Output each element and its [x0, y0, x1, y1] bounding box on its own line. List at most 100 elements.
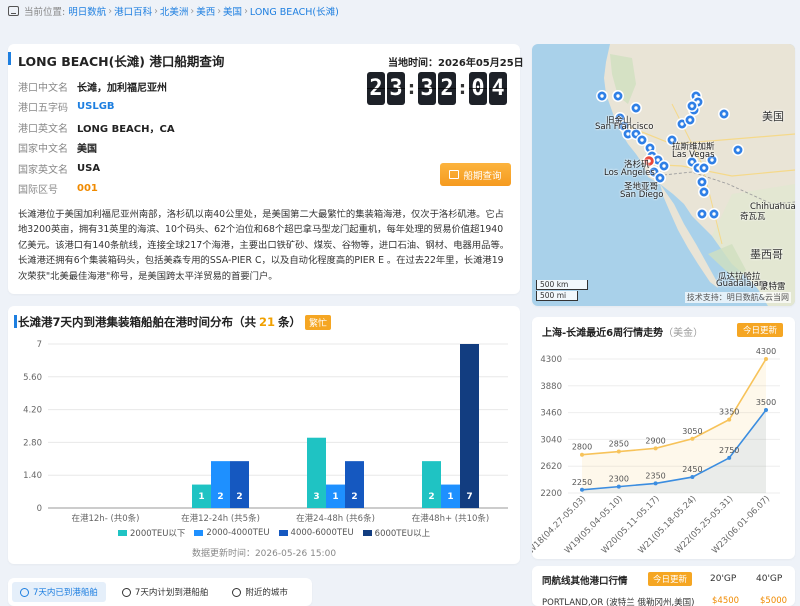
field-key: 港口五字码 — [18, 103, 68, 115]
port-pin-dot — [736, 148, 740, 152]
port-pin-dot — [648, 146, 652, 150]
clock-digit: 0 — [469, 72, 487, 105]
field-value: USA — [77, 162, 101, 174]
clock-digit: 3 — [387, 72, 405, 105]
map-label: 美国 — [762, 110, 784, 123]
port-pin-dot — [656, 158, 660, 162]
data-point — [580, 452, 584, 457]
data-label: 3500 — [756, 398, 776, 407]
col-40gp: 40'GP — [756, 574, 783, 584]
legend-item[interactable]: 4000-6000TEU — [278, 527, 354, 539]
data-label: 3350 — [719, 408, 739, 417]
data-label: 2300 — [609, 475, 629, 484]
legend-swatch — [194, 530, 204, 536]
breadcrumb-link[interactable]: 北美洲 — [160, 4, 189, 18]
port-pin-dot — [680, 122, 684, 126]
breadcrumb-current[interactable]: LONG BEACH(长滩) — [250, 4, 339, 18]
clock-digit: 2 — [367, 72, 385, 105]
y-tick-label: 7 — [37, 340, 42, 350]
tab-label: 7天内计划到港船舶 — [134, 588, 209, 598]
legend-item[interactable]: 2000-4000TEU — [194, 527, 270, 539]
port-pin-dot — [700, 180, 704, 184]
data-label: 2850 — [609, 440, 629, 449]
legend-item[interactable]: 6000TEU以上 — [362, 527, 431, 539]
clock-colon: : — [458, 78, 467, 99]
legend-swatch — [362, 530, 372, 536]
port-pin-dot — [690, 104, 694, 108]
port-map[interactable]: 美国 墨西哥 拉斯维加斯 Las Vegas 洛杉矶 Los Angeles 圣… — [532, 44, 795, 306]
legend-item[interactable]: 2000TEU以下 — [118, 527, 185, 539]
bar-value-label: 1 — [332, 492, 338, 502]
y-tick-label: 2.80 — [23, 438, 42, 448]
tab-nearby-cities[interactable]: 附近的城市 — [224, 582, 296, 602]
data-point — [727, 455, 732, 460]
legend-label: 2000TEU以下 — [130, 529, 186, 539]
data-label: 2350 — [645, 471, 665, 480]
y-tick-label: 1.40 — [23, 471, 42, 481]
x-tick-label: 在港12-24h (共5条) — [181, 513, 260, 524]
bar-value-label: 2 — [217, 492, 223, 502]
map-canvas — [596, 44, 795, 306]
breadcrumb-link[interactable]: 美国 — [223, 4, 242, 18]
breadcrumb-link[interactable]: 美西 — [196, 4, 215, 18]
field-row: 港口英文名 LONG BEACH，CA — [18, 117, 175, 138]
arrival-distribution-card: 长滩港7天内到港集装箱船舶在港时间分布（共 21 条） 繁忙 0 1.40 2.80 4.… — [8, 306, 520, 564]
field-key: 国家英文名 — [18, 164, 68, 176]
page-title: LONG BEACH(长滩) 港口船期查询 — [7, 51, 224, 70]
field-row: 国际区号 001 — [18, 179, 175, 200]
other-ports-card: 同航线其他港口行情 今日更新 20'GP 40'GP PORTLAND,OR (… — [532, 566, 795, 606]
bar-value-label: 3 — [313, 492, 319, 502]
data-point — [727, 417, 732, 422]
data-label: 2750 — [719, 446, 739, 455]
data-point — [690, 436, 695, 441]
y-tick-label: 5.60 — [23, 373, 42, 383]
data-label: 2800 — [572, 443, 592, 452]
bar-value-label: 2 — [236, 492, 242, 502]
field-row: 国家中文名 美国 — [18, 138, 175, 159]
breadcrumb-link[interactable]: 明日数航 — [68, 4, 106, 18]
location-icon — [8, 6, 19, 16]
breadcrumb-link[interactable]: 港口百科 — [114, 4, 152, 18]
field-key: 国家中文名 — [18, 144, 68, 156]
schedule-query-button[interactable]: 船期查询 — [440, 163, 511, 186]
port-pin-dot — [626, 132, 630, 136]
freight-trend-card: 上海-长滩最近6周行情走势（美金） 今日更新 2200 2620 3040 3460 3… — [532, 317, 795, 559]
field-key: 港口英文名 — [18, 123, 68, 135]
map-credit: 技术支持：明日数航&云当网 — [684, 292, 791, 303]
data-point — [690, 475, 695, 480]
port-pin-dot — [690, 160, 694, 164]
y-tick-label: 2620 — [540, 462, 562, 472]
port-row-name[interactable]: PORTLAND,OR (波特兰 俄勒冈州,美国) — [542, 596, 694, 606]
port-pin-dot — [634, 106, 638, 110]
calendar-icon — [449, 170, 460, 179]
updated-today-badge: 今日更新 — [648, 572, 693, 586]
tab-planned-vessels[interactable]: 7天内计划到港船舶 — [114, 582, 216, 602]
map-label: Los Angeles — [604, 168, 655, 178]
bar-value-label: 2 — [351, 492, 357, 502]
ship-icon — [20, 587, 29, 597]
field-value: 长滩，加利福尼亚州 — [77, 82, 167, 94]
port-pin-dot — [688, 118, 692, 122]
legend-swatch — [278, 530, 288, 536]
tab-arrived-vessels[interactable]: 7天内已到港船舶 — [12, 582, 106, 602]
map-label: San Diego — [620, 190, 664, 200]
bar-value-label: 1 — [198, 492, 204, 502]
legend-label: 6000TEU以上 — [374, 529, 431, 539]
port-pin-dot — [662, 164, 666, 168]
field-value: 001 — [77, 183, 98, 195]
data-point — [764, 408, 768, 413]
map-label: 墨西哥 — [750, 248, 783, 261]
port-pin-dot — [712, 212, 716, 216]
bar-value-label: 7 — [466, 492, 472, 502]
data-updated-time: 数据更新时间：2026-05-26 15:00 — [191, 549, 337, 559]
bar-chart: 0 1.40 2.80 4.20 5.60 7 在港12h- (共0条) 1 2 2 在港12-24… — [23, 340, 508, 524]
map-scale-mi: 500 mi — [536, 291, 578, 301]
y-tick-label: 3040 — [540, 435, 562, 445]
port-pin-dot — [600, 94, 604, 98]
data-point — [616, 449, 621, 454]
data-label: 2450 — [682, 465, 702, 474]
ship-icon — [121, 587, 131, 597]
port-pin-dot — [700, 212, 704, 216]
clock-colon: : — [407, 78, 416, 99]
field-key: 港口中文名 — [18, 82, 68, 94]
